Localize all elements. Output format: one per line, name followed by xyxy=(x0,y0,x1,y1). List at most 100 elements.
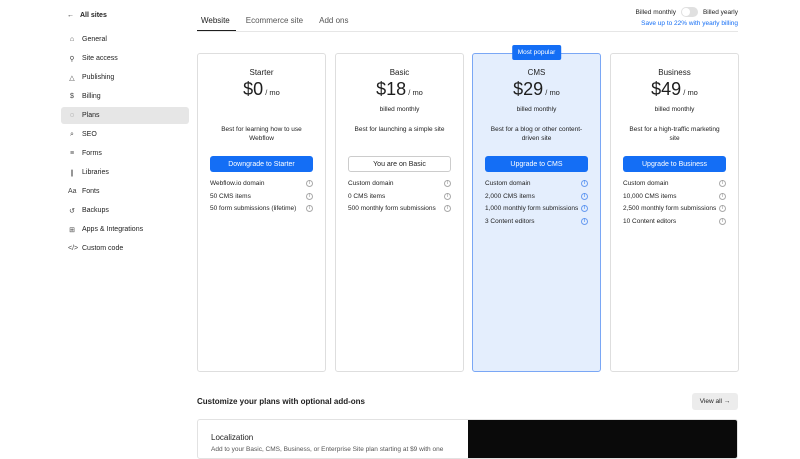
billing-period xyxy=(198,106,325,116)
plan-name: Basic xyxy=(389,68,410,77)
info-icon[interactable]: i xyxy=(719,180,726,187)
plan-card-basic: Basic $18 / mo billed monthly Best for l… xyxy=(335,53,464,372)
info-icon[interactable]: i xyxy=(581,192,588,200)
plan-price: $0 / mo xyxy=(243,79,280,99)
forms-icon: ≡ xyxy=(69,150,75,157)
localization-image xyxy=(468,420,737,458)
tab-ecommerce-site[interactable]: Ecommerce site xyxy=(242,11,309,31)
feature-list: Webflow.io domain i 50 CMS items i 50 form s… xyxy=(210,180,313,213)
billing-period: billed monthly xyxy=(516,106,557,113)
sidebar-item-label: Billing xyxy=(82,93,101,100)
sidebar-item-label: Fonts xyxy=(82,188,100,195)
site-access-icon: ⚲ xyxy=(69,55,75,63)
sidebar-item-general[interactable]: ⌂ General xyxy=(61,31,189,48)
view-all-button[interactable]: View all → xyxy=(692,393,738,410)
info-icon[interactable]: i xyxy=(444,180,451,187)
arrow-left-icon: ← xyxy=(67,12,74,19)
plan-name: CMS xyxy=(527,68,546,77)
sidebar-item-label: Custom code xyxy=(82,245,124,252)
info-icon[interactable]: i xyxy=(444,192,451,200)
plan-description: Best for launching a simple site xyxy=(354,126,445,133)
info-icon[interactable]: i xyxy=(581,180,588,187)
sidebar-item-fonts[interactable]: Aa Fonts xyxy=(61,183,189,200)
all-sites-link[interactable]: ← All sites xyxy=(67,12,107,19)
sidebar-item-forms[interactable]: ≡ Forms xyxy=(61,145,189,162)
plan-action-button[interactable]: Upgrade to Business xyxy=(623,156,726,172)
sidebar-item-seo[interactable]: ⌕ SEO xyxy=(61,126,189,143)
plan-price: $49 / mo xyxy=(651,79,698,99)
tab-website[interactable]: Website xyxy=(197,11,236,31)
sidebar-item-plans[interactable]: ◌ Plans xyxy=(61,107,189,124)
plan-action-button[interactable]: You are on Basic xyxy=(348,156,451,172)
plan-name: Starter xyxy=(249,68,274,77)
sidebar-item-label: Site access xyxy=(82,55,118,62)
feature-item: 1,000 monthly form submissions i xyxy=(485,205,588,213)
info-icon[interactable]: i xyxy=(581,217,588,225)
sidebar-item-label: Forms xyxy=(82,150,102,157)
feature-item: Webflow.io domain i xyxy=(210,180,313,188)
feature-item: 50 CMS items i xyxy=(210,192,313,201)
feature-item: Custom domain i xyxy=(485,180,588,188)
sidebar-item-label: Backups xyxy=(82,207,109,214)
feature-item: 2,000 CMS items i xyxy=(485,192,588,201)
feature-list: Custom domain i 10,000 CMS items i 2,500 mon… xyxy=(623,180,726,226)
plan-description: Best for a blog or other content-driven … xyxy=(490,126,583,142)
sidebar-item-label: Apps & Integrations xyxy=(82,226,144,233)
plan-name: Business xyxy=(658,68,691,77)
sidebar-item-label: Plans xyxy=(82,112,100,119)
info-icon[interactable]: i xyxy=(444,205,451,212)
feature-list: Custom domain i 0 CMS items i 500 monthly fo… xyxy=(348,180,451,213)
info-icon[interactable]: i xyxy=(306,192,313,200)
info-icon[interactable]: i xyxy=(719,205,726,212)
publishing-icon: △ xyxy=(69,74,75,82)
feature-item: 500 monthly form submissions i xyxy=(348,205,451,213)
custom-code-icon: </> xyxy=(68,245,79,252)
backups-icon: ↺ xyxy=(69,207,75,215)
sidebar-item-libraries[interactable]: ∥ Libraries xyxy=(61,164,189,181)
billed-yearly-label: Billed yearly xyxy=(702,8,738,16)
localization-desc: Add to your Basic, CMS, Business, or Ent… xyxy=(211,446,444,453)
billing-period: billed monthly xyxy=(379,106,420,113)
sidebar-item-label: General xyxy=(82,36,107,43)
localization-card[interactable]: Localization Add to your Basic, CMS, Bus… xyxy=(197,419,738,459)
plan-price: $18 / mo xyxy=(376,79,423,99)
plan-card-business: Business $49 / mo billed monthly Best fo… xyxy=(610,53,739,372)
sidebar-item-apps-integrations[interactable]: ⊞ Apps & Integrations xyxy=(61,221,189,238)
info-icon[interactable]: i xyxy=(719,217,726,225)
general-icon: ⌂ xyxy=(69,36,75,43)
localization-title: Localization xyxy=(211,433,254,442)
sidebar-item-billing[interactable]: $ Billing xyxy=(61,88,189,105)
plan-description: Best for learning how to use Webflow xyxy=(221,126,302,142)
feature-item: 2,500 monthly form submissions i xyxy=(623,205,726,213)
billing-toggle-area: Billed monthly Billed yearly Save up to 2… xyxy=(635,7,738,27)
tab-add-ons[interactable]: Add ons xyxy=(315,11,354,31)
feature-item: 50 form submissions (lifetime) i xyxy=(210,205,313,213)
info-icon[interactable]: i xyxy=(306,205,313,212)
billed-monthly-label: Billed monthly xyxy=(635,8,676,16)
sidebar-item-custom-code[interactable]: </> Custom code xyxy=(61,240,189,257)
info-icon[interactable]: i xyxy=(581,205,588,212)
sidebar-item-backups[interactable]: ↺ Backups xyxy=(61,202,189,219)
plan-description: Best for a high-traffic marketing site xyxy=(629,126,720,142)
sidebar-item-label: Publishing xyxy=(82,74,115,81)
feature-item: 0 CMS items i xyxy=(348,192,451,201)
plan-card-cms: Most popular CMS $29 / mo billed monthly… xyxy=(472,45,601,372)
feature-item: 10,000 CMS items i xyxy=(623,192,726,201)
plans-icon: ◌ xyxy=(69,112,75,119)
save-note[interactable]: Save up to 22% with yearly billing xyxy=(635,20,738,27)
sidebar-item-site-access[interactable]: ⚲ Site access xyxy=(61,50,189,67)
sidebar-item-publishing[interactable]: △ Publishing xyxy=(61,69,189,86)
billing-period: billed monthly xyxy=(654,106,695,113)
billing-toggle[interactable] xyxy=(680,7,698,17)
libraries-icon: ∥ xyxy=(70,169,74,177)
fonts-icon: Aa xyxy=(68,188,77,195)
feature-list: Custom domain i 2,000 CMS items i 1,000 mont… xyxy=(485,180,588,226)
seo-icon: ⌕ xyxy=(70,130,74,138)
apps-integrations-icon: ⊞ xyxy=(69,226,75,234)
plan-action-button[interactable]: Downgrade to Starter xyxy=(210,156,313,172)
info-icon[interactable]: i xyxy=(719,192,726,200)
feature-item: 3 Content editors i xyxy=(485,217,588,226)
plan-action-button[interactable]: Upgrade to CMS xyxy=(485,156,588,172)
info-icon[interactable]: i xyxy=(306,180,313,187)
feature-item: Custom domain i xyxy=(348,180,451,188)
